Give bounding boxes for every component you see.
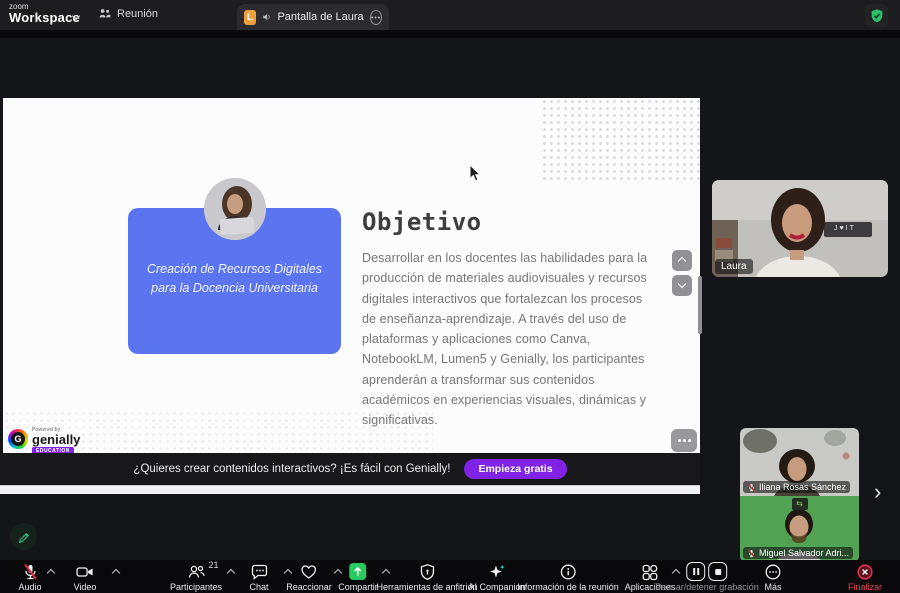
speaker-icon: [262, 11, 272, 23]
security-badge[interactable]: [865, 4, 888, 27]
video-menu-chevron[interactable]: [112, 569, 120, 577]
slide-paragraph: Desarrollar en los docentes las habilida…: [362, 248, 654, 430]
halftone-pattern: [541, 98, 700, 182]
more-icon: [764, 563, 782, 581]
video-tile-miguel[interactable]: ⇆ Miguel Salvador Adri...: [740, 496, 859, 562]
audio-menu-chevron[interactable]: [47, 569, 55, 577]
tab-options-icon[interactable]: [370, 10, 382, 25]
share-button[interactable]: Compartir: [338, 562, 378, 592]
participants-icon: [98, 7, 111, 20]
video-tile-iliana[interactable]: Iliana Rosas Sánchez: [740, 428, 859, 496]
horizontal-scrollbar[interactable]: [0, 485, 700, 494]
pencil-icon: [16, 529, 31, 544]
brand-zoom: zoom: [9, 2, 80, 11]
slide-next-button[interactable]: [672, 275, 692, 296]
tab-reunion[interactable]: Reunión: [98, 7, 158, 20]
tab-pantalla-de-laura[interactable]: L Pantalla de Laura: [237, 4, 389, 30]
brand-workspace: Workspace: [9, 11, 80, 25]
shield-check-icon: [869, 8, 885, 24]
course-title: Creación de Recursos Digitales para la D…: [144, 260, 325, 299]
more-button[interactable]: Más: [764, 562, 782, 592]
pause-icon[interactable]: [686, 562, 705, 581]
participants-icon: [187, 563, 206, 581]
share-icon: [349, 563, 366, 580]
genially-promo-bar: ¿Quieres crear contenidos interactivos? …: [0, 453, 700, 484]
reaction-badge-icon: ⇆: [792, 498, 808, 510]
stop-icon[interactable]: [708, 562, 727, 581]
annotate-button[interactable]: [10, 523, 37, 550]
participants-menu-chevron[interactable]: [227, 569, 235, 577]
slide-more-button[interactable]: [671, 429, 697, 452]
participant-name-laura: Laura: [715, 259, 753, 274]
sparkle-icon: [487, 563, 506, 581]
tab-reunion-label: Reunión: [117, 8, 158, 20]
mic-muted-icon: [747, 549, 756, 558]
empieza-gratis-button[interactable]: Empieza gratis: [464, 459, 566, 479]
mic-muted-icon: [21, 563, 39, 581]
scrollbar-thumb[interactable]: [698, 276, 702, 334]
participants-count: 21: [208, 560, 218, 570]
genially-g-icon: G: [8, 429, 28, 449]
mic-muted-icon: [747, 483, 756, 492]
next-videos-button[interactable]: ›: [874, 481, 881, 503]
participants-button[interactable]: 21 Participantes: [170, 562, 222, 592]
info-icon: [559, 563, 577, 581]
camera-icon: [75, 563, 94, 581]
heart-icon: [300, 563, 319, 581]
meeting-info-button[interactable]: Información de la reunión: [517, 562, 619, 592]
divider: [0, 30, 900, 38]
mouse-cursor: [469, 164, 482, 183]
audio-button[interactable]: Audio: [18, 562, 41, 592]
promo-text: ¿Quieres crear contenidos interactivos? …: [133, 463, 450, 475]
chat-button[interactable]: Chat: [249, 562, 268, 592]
host-tools-button[interactable]: Herramientas de anfitrión: [376, 562, 477, 592]
slide-prev-button[interactable]: [672, 250, 692, 271]
end-meeting-button[interactable]: Finalizar: [848, 562, 882, 592]
recording-controls[interactable]: Pausar/detener grabación: [655, 562, 759, 592]
chevron-down-icon: [678, 280, 686, 288]
video-tile-laura[interactable]: J♥IT Laura: [712, 180, 888, 277]
chat-icon: [250, 563, 268, 581]
participant-name-iliana: Iliana Rosas Sánchez: [743, 481, 850, 493]
tab-avatar: L: [244, 10, 256, 25]
tab-share-label: Pantalla de Laura: [277, 11, 363, 23]
wall-sign: J♥IT: [834, 225, 856, 232]
participant-name-miguel: Miguel Salvador Adri...: [743, 547, 853, 559]
presenter-avatar: [204, 178, 266, 240]
shared-screen-slide: “ Creación de Recursos Digitales para la…: [3, 98, 700, 453]
genially-wordmark: genially: [32, 433, 80, 446]
video-button[interactable]: Video: [74, 562, 97, 592]
zoom-workspace-logo: zoom Workspace: [9, 2, 80, 25]
end-icon: [856, 563, 874, 581]
react-button[interactable]: Reaccionar: [286, 562, 332, 592]
meeting-toolbar: Audio Video 21 Participantes: [0, 560, 900, 593]
slide-heading: Objetivo: [362, 208, 482, 236]
title-bar: zoom Workspace Reunión L Pantalla de Lau…: [0, 0, 900, 30]
shield-icon: [418, 563, 436, 581]
chevron-up-icon: [678, 256, 686, 264]
genially-logo[interactable]: G Powered by genially EDUCATION: [8, 427, 80, 455]
